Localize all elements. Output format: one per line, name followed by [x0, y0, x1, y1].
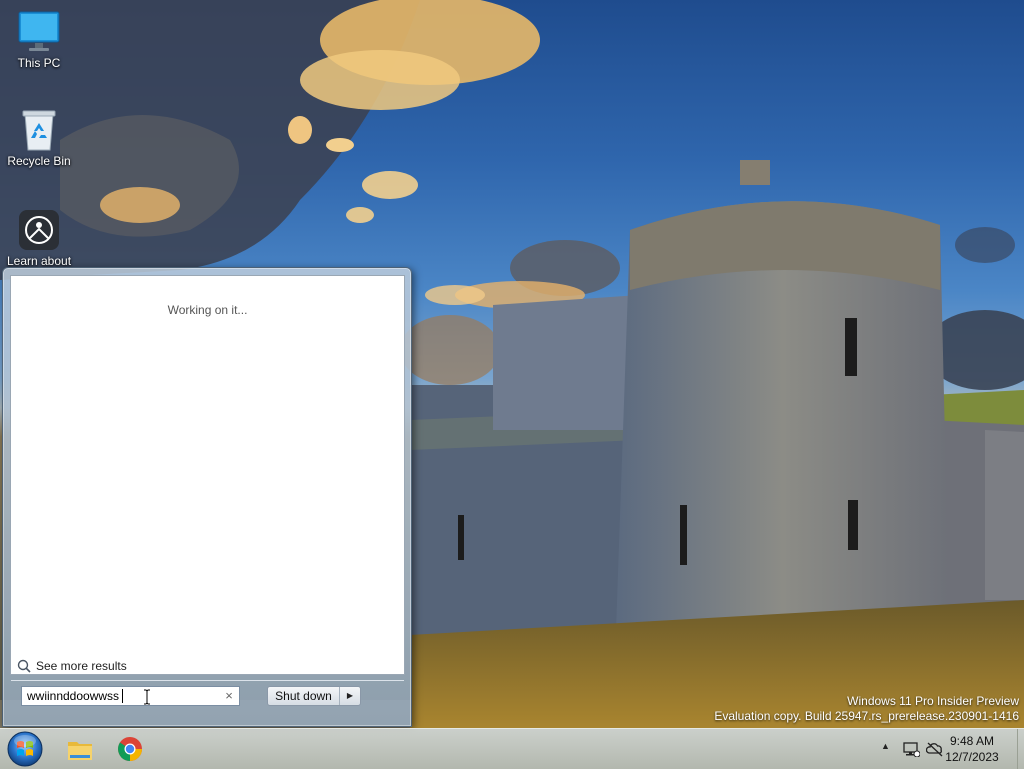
see-more-results-label: See more results: [36, 659, 127, 673]
watermark-edition: Windows 11 Pro Insider Preview: [847, 694, 1019, 708]
desktop-icon-learn-about[interactable]: Learn about: [0, 208, 78, 268]
shutdown-options-arrow[interactable]: ▶: [340, 687, 360, 705]
file-explorer-icon: [68, 742, 92, 760]
start-menu: Working on it... See more results × Shut…: [2, 267, 412, 727]
clock-time: 9:48 AM: [949, 734, 995, 748]
start-search-box[interactable]: ×: [21, 686, 240, 706]
network-icon[interactable]: [902, 741, 920, 757]
desktop-icon-recycle-bin[interactable]: Recycle Bin: [0, 108, 78, 168]
monitor-icon: [17, 10, 61, 54]
show-desktop-button[interactable]: [1017, 729, 1024, 769]
ibeam-cursor-icon: [144, 689, 150, 705]
results-divider: [11, 680, 404, 681]
desktop-icon-label: This PC: [17, 56, 61, 70]
watermark-build: Evaluation copy. Build 25947.rs_prerelea…: [714, 709, 1019, 723]
system-tray: ▲ 9:48 AM 12/7/2023: [874, 729, 1024, 769]
shutdown-split-button: Shut down ▶: [267, 686, 361, 706]
recycle-bin-icon: [17, 108, 61, 152]
start-search-input[interactable]: [22, 687, 227, 705]
see-more-results-link[interactable]: See more results: [17, 657, 127, 675]
show-hidden-icons-button[interactable]: ▲: [881, 741, 890, 751]
taskbar-file-explorer[interactable]: [62, 731, 98, 767]
learn-about-icon: [17, 208, 61, 252]
text-caret: [122, 689, 123, 703]
shutdown-button[interactable]: Shut down: [268, 687, 340, 705]
taskbar: ▲ 9:48 AM 12/7/2023: [0, 728, 1024, 769]
windows-watermark: Windows 11 Pro Insider Preview Evaluatio…: [714, 694, 1019, 724]
desktop-icon-this-pc[interactable]: This PC: [0, 10, 78, 70]
search-results-pane: Working on it... See more results: [10, 275, 405, 681]
taskbar-chrome[interactable]: [112, 731, 148, 767]
search-icon: [17, 659, 31, 673]
start-button[interactable]: [6, 730, 44, 768]
windows-orb-icon: [7, 731, 43, 767]
clock-date: 12/7/2023: [945, 750, 999, 764]
clear-search-button[interactable]: ×: [222, 688, 236, 704]
search-status-text: Working on it...: [167, 303, 248, 317]
chrome-icon: [118, 737, 142, 761]
desktop-icon-label: Recycle Bin: [7, 154, 71, 168]
desktop-icon-label: Learn about: [6, 254, 72, 268]
taskbar-clock[interactable]: 9:48 AM 12/7/2023: [942, 733, 1002, 765]
